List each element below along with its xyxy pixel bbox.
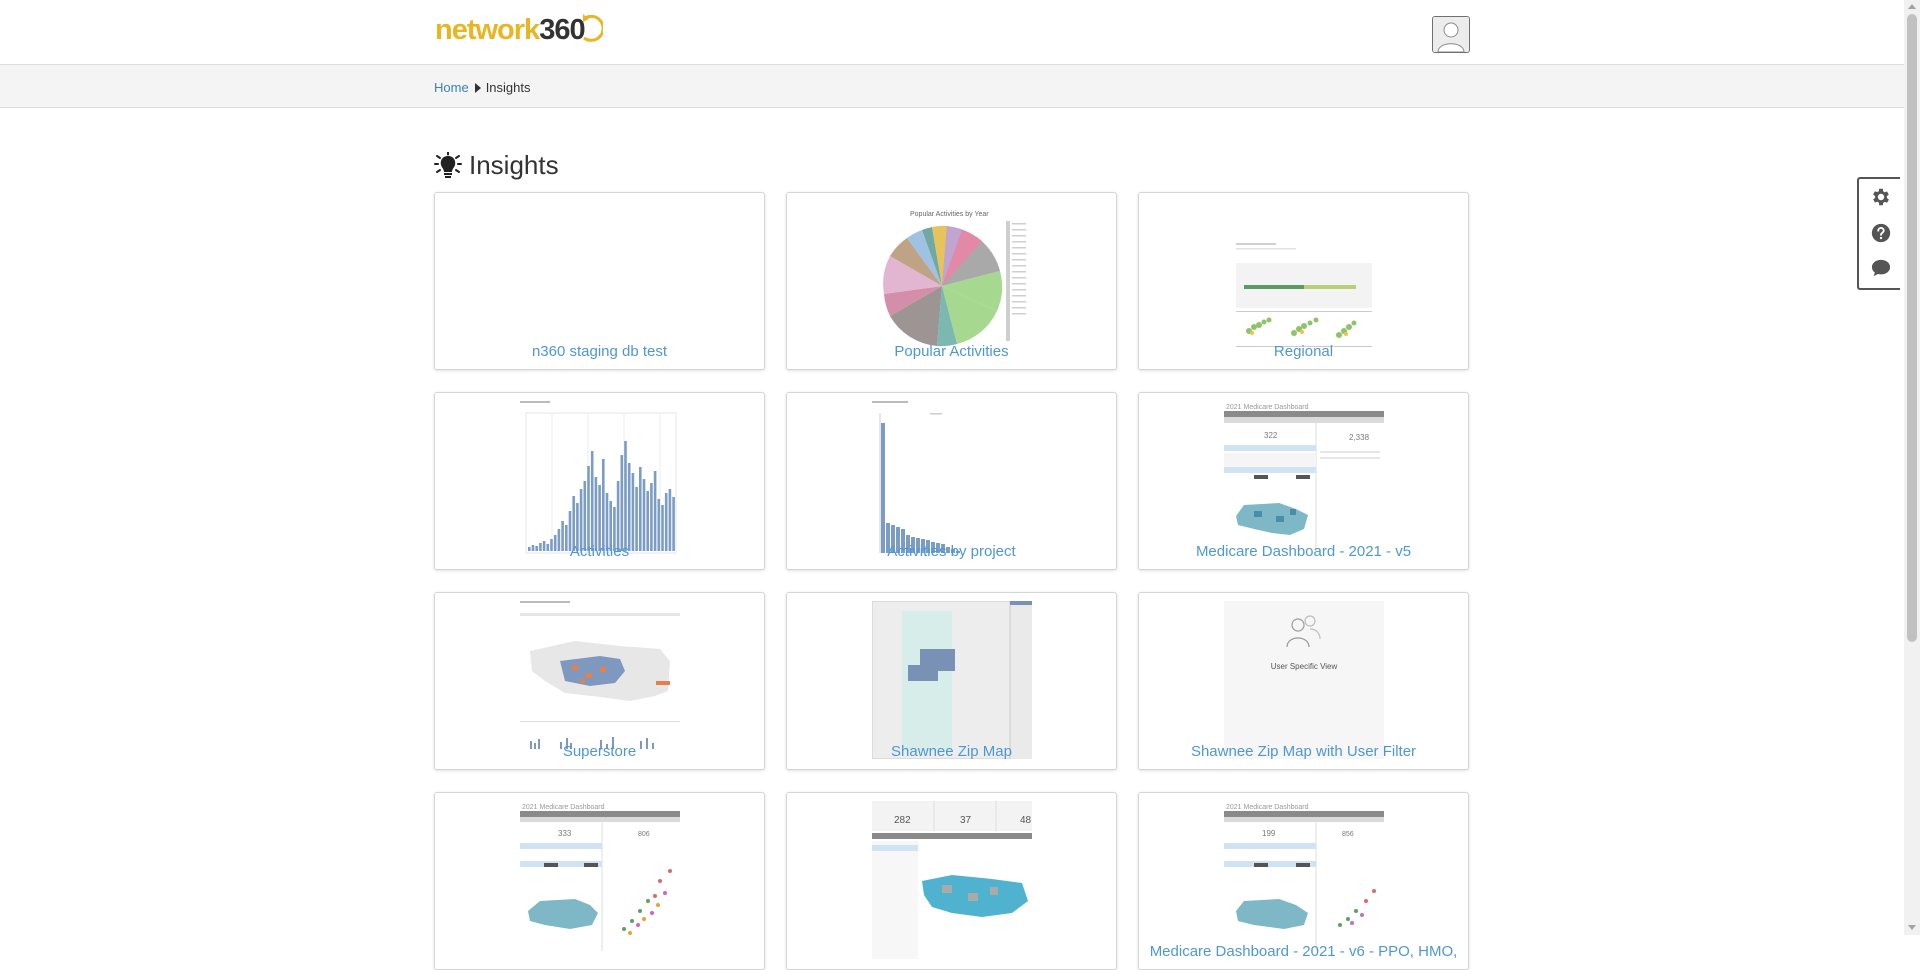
insight-card[interactable]: Popular Activities by Year Popular Activ… [786,192,1117,370]
logo-text-num: 360 [539,13,585,46]
insight-card-title[interactable]: Shawnee Zip Map with User Filter [1139,743,1468,760]
user-avatar-icon [1433,17,1469,52]
chat-button[interactable] [1869,256,1893,280]
thumb-bar [586,466,590,551]
chat-icon [1871,259,1891,277]
insight-thumbnail: Popular Activities by Year [872,201,1032,359]
thumb-bar [620,455,623,551]
thumb-dashboard-count: 282 [894,815,911,826]
thumb-dashboard-count: 199 [1262,829,1276,838]
gear-icon [1873,188,1889,206]
logo-ring-icon [582,14,603,42]
thumb-bar [590,451,593,551]
insight-thumbnail: 2021 Medicare Dashboard 322 2,338 [1223,401,1384,559]
insight-card[interactable]: Superstore [434,592,765,770]
thumb-bar [631,473,634,551]
insight-card-title[interactable]: Regional [1139,343,1468,360]
insight-card-title[interactable]: Shawnee Zip Map [787,743,1116,760]
settings-button[interactable] [1869,185,1893,209]
thumb-dashboard-count: 37 [960,815,972,826]
page-title: Insights [433,150,559,181]
thumb-bar [579,489,582,551]
breadcrumb-bar [0,65,1904,108]
insight-thumbnail [520,201,680,359]
breadcrumb-separator-icon [474,82,481,93]
thumb-dashboard-count: 48 [1020,815,1032,826]
top-navbar: network360 [0,0,1904,65]
insight-card[interactable]: Regional [1138,192,1469,370]
scroll-up-icon[interactable] [1908,4,1916,9]
insight-card[interactable]: 2021 Medicare Dashboard 322 2,338 Medica… [1138,392,1469,570]
thumb-dashboard-count: 333 [558,829,572,838]
thumb-bar [638,467,642,551]
thumb-dashboard-title: 2021 Medicare Dashboard [1226,804,1309,811]
insight-thumbnail [871,401,1032,559]
insight-card-title[interactable]: n360 staging db test [435,343,764,360]
insight-card-title[interactable]: Medicare Dashboard - 2021 - v6 - PPO, HM… [1139,943,1468,960]
thumb-bar [594,477,597,551]
thumb-bar [623,441,627,551]
insight-thumbnail: 2021 Medicare Dashboard 199 856 [1223,801,1384,959]
insight-card[interactable]: 282 37 48 [786,792,1117,970]
thumb-user-specific-view: User Specific View [1270,662,1337,671]
page-title-text: Insights [469,150,559,180]
insight-thumbnail [519,601,680,759]
insight-thumbnail: 2021 Medicare Dashboard 333 806 [519,801,680,959]
thumb-dashboard-count: 2,338 [1349,433,1370,442]
insight-card-title[interactable]: Medicare Dashboard - 2021 - v5 [1139,543,1468,560]
logo-wordmark: network360 [435,13,586,47]
scrollbar-thumb[interactable] [1907,14,1917,642]
thumb-bar [627,463,630,551]
help-button[interactable] [1869,221,1893,245]
insight-thumbnail: 282 37 48 [871,801,1032,959]
insight-card-title[interactable]: Activities by project [787,543,1116,560]
breadcrumb-current: Insights [485,80,531,95]
question-icon [1871,223,1891,243]
insight-thumbnail [1224,201,1384,359]
thumb-bar [642,479,645,551]
thumb-bar [601,459,605,551]
insight-card-title[interactable]: Superstore [435,743,764,760]
breadcrumb: Home Insights [434,80,531,95]
user-avatar-button[interactable] [1432,16,1470,53]
thumb-bar [583,481,586,551]
insight-card[interactable]: 2021 Medicare Dashboard 333 806 [434,792,765,970]
thumb-bar [649,483,653,551]
insight-thumbnail [519,401,680,559]
thumb-bar [645,491,649,551]
thumb-dashboard-count: 856 [1342,831,1354,838]
insight-card[interactable]: User Specific View Shawnee Zip Map with … [1138,592,1469,770]
insight-thumbnail: User Specific View [1223,601,1384,759]
insight-card[interactable]: n360 staging db test [434,192,765,370]
page-scrollbar[interactable] [1904,0,1920,935]
insight-thumbnail [871,601,1032,759]
thumb-bar [597,485,601,551]
network360-logo[interactable]: network360 [435,10,603,50]
insight-card-title[interactable]: Popular Activities [787,343,1116,360]
thumb-bar [653,471,656,551]
lightbulb-icon [434,151,462,178]
thumb-pie-title: Popular Activities by Year [910,211,989,218]
thumb-bar [616,481,619,551]
insight-card[interactable]: 2021 Medicare Dashboard 199 856 Medicare… [1138,792,1469,970]
thumb-dashboard-count: 322 [1264,431,1278,440]
thumb-dashboard-title: 2021 Medicare Dashboard [522,804,605,811]
insight-card[interactable]: Activities by project [786,392,1117,570]
thumb-dashboard-count: 806 [638,831,650,838]
insight-card-title[interactable]: Activities [435,543,764,560]
insight-card[interactable]: Activities [434,392,765,570]
insight-card[interactable]: Shawnee Zip Map [786,592,1117,770]
thumb-bar [668,489,671,551]
scroll-down-icon[interactable] [1908,925,1916,930]
side-tools-panel [1857,177,1900,290]
breadcrumb-home-link[interactable]: Home [434,80,469,95]
thumb-bar [634,487,638,551]
thumb-dashboard-title: 2021 Medicare Dashboard [1226,404,1309,411]
logo-text-main: network [435,13,540,46]
